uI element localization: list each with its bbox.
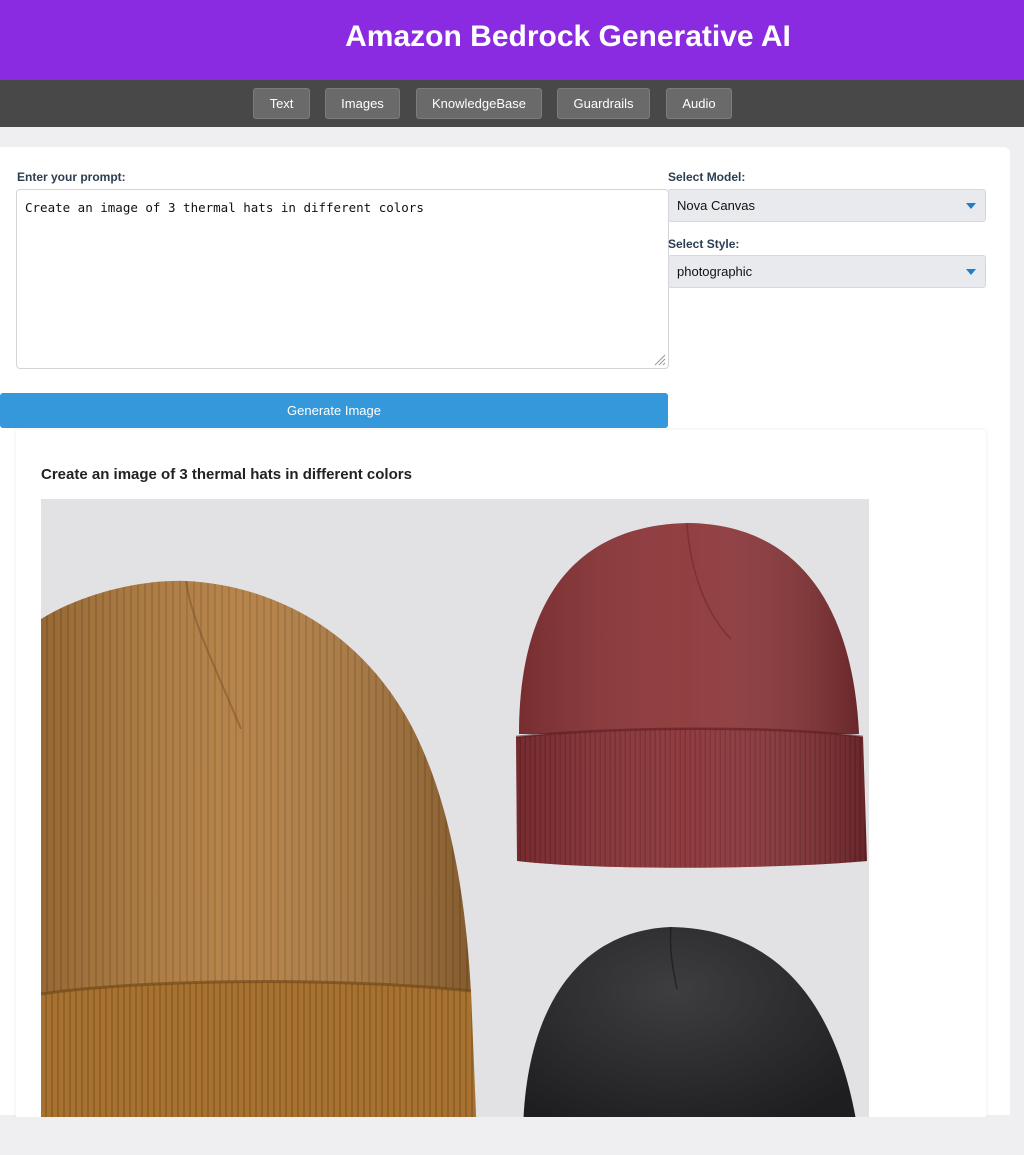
style-select[interactable]: photographic <box>668 255 986 288</box>
nav-guardrails-button[interactable]: Guardrails <box>557 88 650 119</box>
result-title: Create an image of 3 thermal hats in dif… <box>41 466 412 483</box>
nav-bar: Text Images KnowledgeBase Guardrails Aud… <box>0 80 1024 127</box>
nav-text-button[interactable]: Text <box>253 88 310 119</box>
footer-strip <box>0 1117 1024 1155</box>
generate-image-button[interactable]: Generate Image <box>0 393 668 428</box>
generated-image <box>41 499 869 1117</box>
app-header: Amazon Bedrock Generative AI <box>0 0 1024 80</box>
model-select[interactable]: Nova Canvas <box>668 189 986 222</box>
prompt-label: Enter your prompt: <box>17 170 126 184</box>
nav-knowledgebase-button[interactable]: KnowledgeBase <box>416 88 542 119</box>
model-select-value: Nova Canvas <box>677 198 756 213</box>
nav-audio-button[interactable]: Audio <box>666 88 732 119</box>
result-card: Create an image of 3 thermal hats in dif… <box>16 430 986 1117</box>
nav-images-button[interactable]: Images <box>325 88 400 119</box>
model-label: Select Model: <box>668 170 746 184</box>
style-select-value: photographic <box>677 264 753 279</box>
app-title: Amazon Bedrock Generative AI <box>345 20 791 53</box>
prompt-input[interactable]: Create an image of 3 thermal hats in dif… <box>16 189 669 369</box>
style-label: Select Style: <box>668 237 740 251</box>
chevron-down-icon <box>966 269 976 275</box>
resize-handle-icon[interactable] <box>653 353 666 366</box>
chevron-down-icon <box>966 203 976 209</box>
generated-image-art <box>41 499 869 1117</box>
